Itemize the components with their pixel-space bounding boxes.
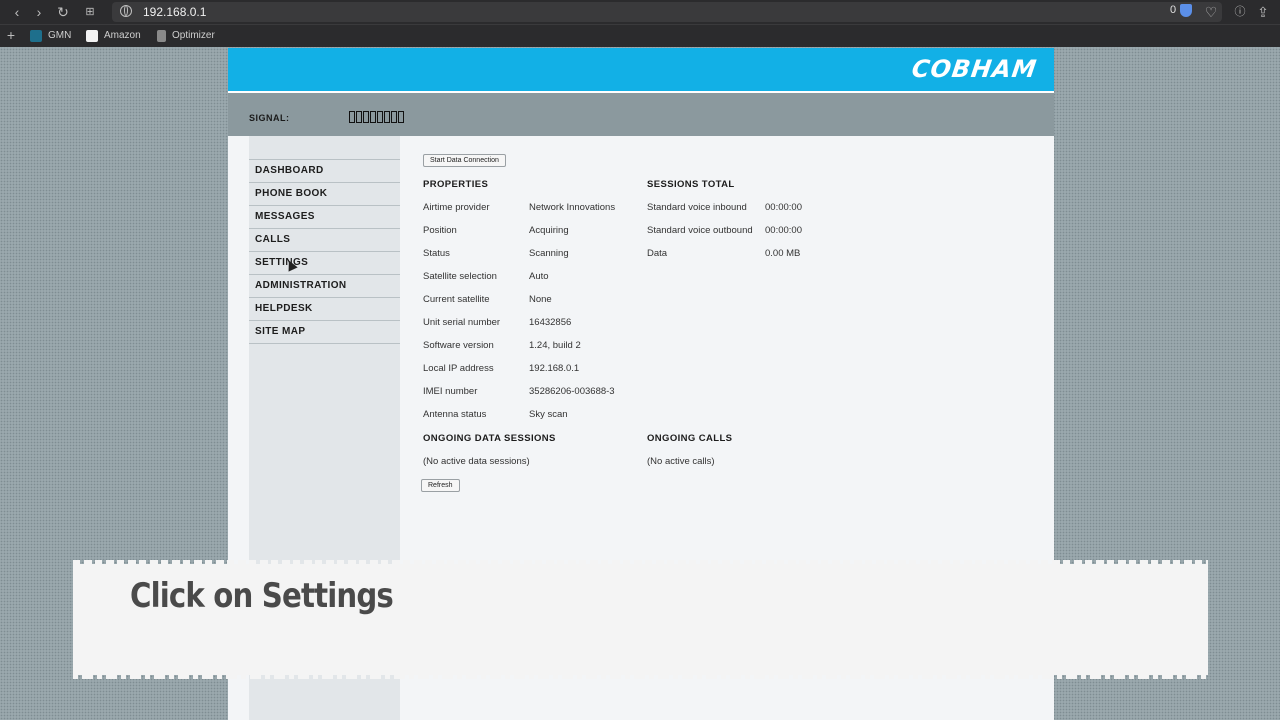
bookmark-label: GMN xyxy=(48,30,72,41)
sidebar-item-site-map[interactable]: SITE MAP xyxy=(249,320,400,344)
sidebar-item-messages[interactable]: MESSAGES xyxy=(249,205,400,228)
gmn-favicon-icon xyxy=(30,30,42,42)
properties-heading: PROPERTIES xyxy=(423,179,489,190)
property-label: Satellite selection xyxy=(423,271,497,282)
session-label: Data xyxy=(647,248,668,259)
bookmarks-bar: + GMN Amazon Optimizer xyxy=(0,24,1280,47)
sidebar-item-administration[interactable]: ADMINISTRATION xyxy=(249,274,400,297)
property-value: 16432856 xyxy=(529,317,572,328)
ongoing-calls-text: (No active calls) xyxy=(647,456,715,467)
address-bar[interactable]: 192.168.0.1 xyxy=(112,2,1222,22)
globe-icon xyxy=(120,5,132,17)
browser-toolbar: ‹ › ↻ ⊞ 192.168.0.1 0 ♡ ⓘ ⇪ xyxy=(0,0,1280,24)
shield-extension-icon[interactable] xyxy=(1180,4,1192,17)
ongoing-calls-heading: ONGOING CALLS xyxy=(647,433,733,444)
sessions-total-heading: SESSIONS TOTAL xyxy=(647,179,735,190)
bookmark-gmn[interactable]: GMN xyxy=(30,29,71,43)
property-value: Network Innovations xyxy=(529,202,616,213)
property-value: Sky scan xyxy=(529,409,568,420)
start-data-connection-button[interactable]: Start Data Connection xyxy=(423,154,506,167)
share-icon[interactable]: ⇪ xyxy=(1254,3,1272,21)
refresh-button[interactable]: Refresh xyxy=(421,479,460,492)
property-label: Antenna status xyxy=(423,409,487,420)
session-label: Standard voice outbound xyxy=(647,225,753,236)
property-label: Airtime provider xyxy=(423,202,490,213)
sidebar-item-phone-book[interactable]: PHONE BOOK xyxy=(249,182,400,205)
extension-badge-count: 0 xyxy=(1170,4,1177,16)
reload-icon[interactable]: ↻ xyxy=(54,3,72,21)
signal-label: SIGNAL: xyxy=(249,113,290,123)
property-label: Current satellite xyxy=(423,294,490,305)
property-value: Scanning xyxy=(529,248,569,259)
property-value: Acquiring xyxy=(529,225,569,236)
property-value: None xyxy=(529,294,552,305)
bookmark-optimizer[interactable]: Optimizer xyxy=(157,29,215,43)
cobham-logo: COBHAM xyxy=(910,55,1039,83)
signal-strength-meter xyxy=(349,111,404,123)
session-value: 0.00 MB xyxy=(765,248,801,259)
bookmark-label: Optimizer xyxy=(172,30,215,41)
property-label: Position xyxy=(423,225,457,236)
brand-header: COBHAM xyxy=(228,48,1054,93)
property-label: Software version xyxy=(423,340,494,351)
property-label: IMEI number xyxy=(423,386,478,397)
session-label: Standard voice inbound xyxy=(647,202,747,213)
property-value: 192.168.0.1 xyxy=(529,363,580,374)
document-icon xyxy=(157,30,166,42)
property-label: Local IP address xyxy=(423,363,494,374)
caption-text: Click on Settings xyxy=(130,576,394,616)
sidebar-item-dashboard[interactable]: DASHBOARD xyxy=(249,159,400,182)
sidebar-menu: DASHBOARD PHONE BOOK MESSAGES CALLS SETT… xyxy=(249,159,400,344)
ongoing-data-sessions-heading: ONGOING DATA SESSIONS xyxy=(423,433,556,444)
bookmark-label: Amazon xyxy=(104,30,141,41)
signal-bar: SIGNAL: xyxy=(228,93,1054,136)
bookmark-amazon[interactable]: Amazon xyxy=(86,29,141,43)
sidebar-item-helpdesk[interactable]: HELPDESK xyxy=(249,297,400,320)
property-value: Auto xyxy=(529,271,549,282)
info-icon[interactable]: ⓘ xyxy=(1231,3,1249,21)
tabs-grid-icon[interactable]: ⊞ xyxy=(81,3,99,21)
property-value: 35286206-003688-3 xyxy=(529,386,615,397)
session-value: 00:00:00 xyxy=(765,202,802,213)
sidebar-item-settings[interactable]: SETTINGS xyxy=(249,251,400,274)
property-value: 1.24, build 2 xyxy=(529,340,581,351)
heart-icon[interactable]: ♡ xyxy=(1202,3,1220,21)
sidebar-item-calls[interactable]: CALLS xyxy=(249,228,400,251)
add-bookmark-icon[interactable]: + xyxy=(2,26,20,44)
session-value: 00:00:00 xyxy=(765,225,802,236)
property-label: Unit serial number xyxy=(423,317,501,328)
property-label: Status xyxy=(423,248,450,259)
ongoing-data-sessions-text: (No active data sessions) xyxy=(423,456,530,467)
back-icon[interactable]: ‹ xyxy=(8,3,26,21)
forward-icon[interactable]: › xyxy=(30,3,48,21)
amazon-favicon-icon xyxy=(86,30,98,42)
url-text[interactable]: 192.168.0.1 xyxy=(143,4,206,20)
